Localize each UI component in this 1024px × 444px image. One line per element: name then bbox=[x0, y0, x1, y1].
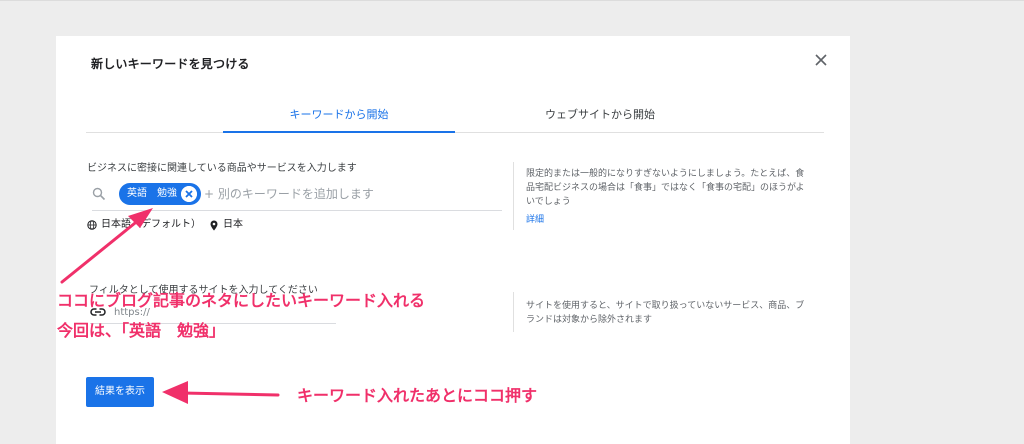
annotation-example-keyword: 今回は、「英語 勉強」 bbox=[57, 321, 226, 340]
keyword-entry-row: 英語 勉強 bbox=[92, 180, 502, 211]
tab-bar: キーワードから開始 ウェブサイトから開始 bbox=[86, 98, 824, 133]
website-help-text: サイトを使用すると、サイトで取り扱っていないサービス、商品、ブランドは対象から除… bbox=[526, 301, 805, 325]
chip-remove-icon[interactable] bbox=[181, 186, 197, 202]
annotation-keyword-hint: ココにブログ記事のネタにしたいキーワード入れる bbox=[57, 291, 426, 310]
tab-start-with-keywords[interactable]: キーワードから開始 bbox=[223, 98, 455, 133]
add-keyword-input[interactable] bbox=[204, 184, 494, 204]
website-section-divider bbox=[513, 292, 514, 332]
globe-icon bbox=[87, 220, 97, 230]
annotation-results-hint: キーワード入れたあとにココ押す bbox=[297, 386, 538, 405]
dialog-title: 新しいキーワードを見つける bbox=[91, 57, 250, 71]
show-results-button[interactable]: 結果を表示 bbox=[86, 377, 154, 407]
keyword-section-label: ビジネスに密接に関連している商品やサービスを入力します bbox=[87, 163, 357, 174]
keyword-help-text: 限定的または一般的になりすぎないようにしましょう。たとえば、食品宅配ビジネスの場… bbox=[526, 169, 805, 207]
search-icon bbox=[92, 187, 106, 201]
location-label: 日本 bbox=[223, 219, 243, 230]
tab-start-with-website[interactable]: ウェブサイトから開始 bbox=[484, 98, 716, 132]
keyword-chip[interactable]: 英語 勉強 bbox=[119, 183, 201, 205]
keyword-section-divider bbox=[513, 162, 514, 230]
location-pin-icon bbox=[210, 220, 218, 231]
keyword-chip-label: 英語 勉強 bbox=[127, 188, 177, 199]
page-top-border bbox=[0, 0, 1024, 1]
close-icon[interactable] bbox=[813, 52, 829, 68]
learn-more-link[interactable]: 詳細 bbox=[526, 212, 544, 225]
language-label: 日本語（デフォルト） bbox=[101, 219, 201, 230]
